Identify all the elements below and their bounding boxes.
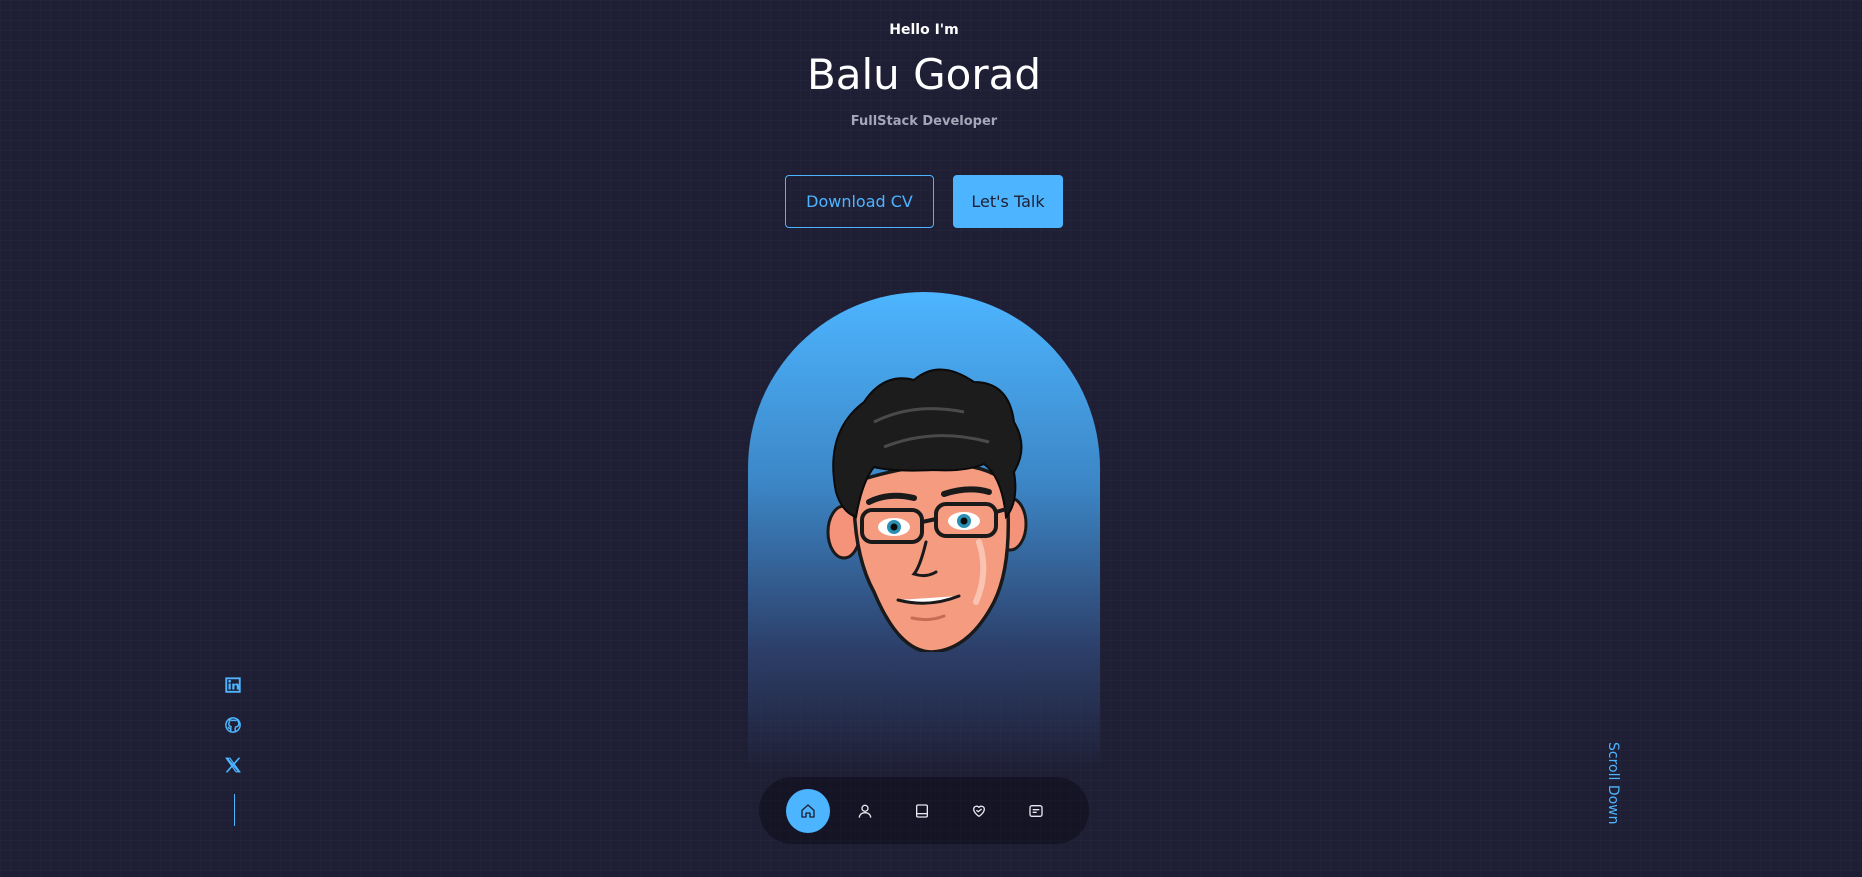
role-subtitle: FullStack Developer <box>850 114 998 129</box>
lets-talk-button[interactable]: Let's Talk <box>953 175 1063 228</box>
social-links <box>224 676 246 826</box>
book-icon <box>916 803 928 818</box>
github-icon[interactable] <box>224 716 246 738</box>
hero-page: Hello I'm Balu Gorad FullStack Developer… <box>0 0 1862 877</box>
page-title: Balu Gorad <box>806 50 1042 99</box>
scroll-down-link[interactable]: Scroll Down <box>1605 742 1621 825</box>
nav-contact[interactable] <box>1014 789 1058 833</box>
nav-home[interactable] <box>786 788 830 833</box>
social-divider-line <box>234 794 235 826</box>
home-icon <box>801 803 815 818</box>
services-icon <box>973 805 985 817</box>
user-icon <box>858 804 872 818</box>
download-cv-button[interactable]: Download CV <box>785 175 934 228</box>
greeting-text: Hello I'm <box>889 22 959 38</box>
nav-services[interactable] <box>957 789 1001 833</box>
nav-experience[interactable] <box>900 789 944 833</box>
linkedin-icon[interactable] <box>224 676 246 698</box>
x-twitter-icon[interactable] <box>224 756 246 778</box>
avatar-frame <box>748 292 1100 772</box>
cartoon-avatar <box>826 368 1028 652</box>
bottom-nav <box>759 777 1089 844</box>
message-icon <box>1029 804 1043 817</box>
nav-about[interactable] <box>843 789 887 833</box>
